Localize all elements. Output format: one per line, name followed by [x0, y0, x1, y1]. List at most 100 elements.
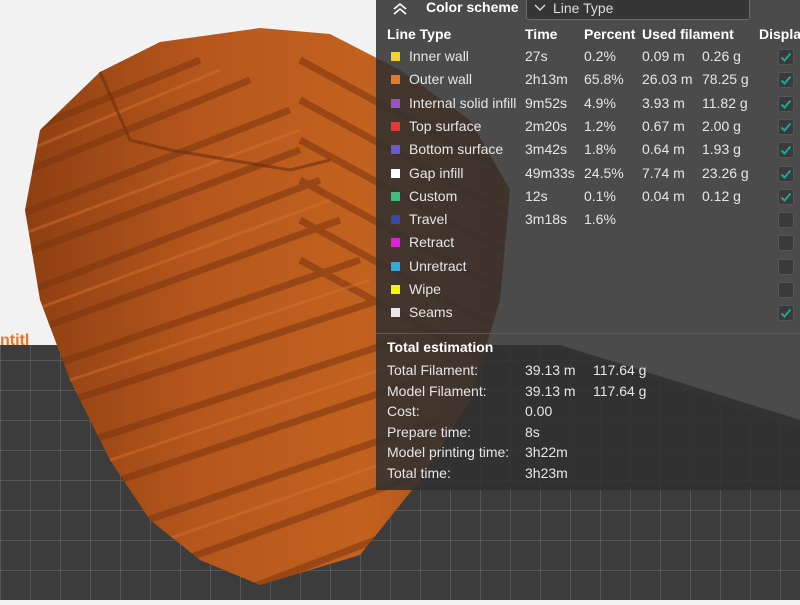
- display-checkbox[interactable]: [778, 49, 794, 65]
- estimation-value: 39.13 m: [525, 362, 576, 378]
- checkmark-icon: [780, 122, 792, 132]
- legend-panel: Color scheme Line Type Line Type Time Pe…: [376, 0, 800, 490]
- line-type-percent: 0.2%: [584, 48, 616, 64]
- estimation-value: 39.13 m: [525, 382, 576, 399]
- line-type-name: Bottom surface: [409, 141, 504, 158]
- estimation-value-secondary: 117.64 g: [593, 382, 647, 399]
- line-type-time: 27s: [525, 48, 548, 64]
- line-type-row[interactable]: Gap infill 49m33s 24.5% 7.74 m 23.26 g: [376, 163, 800, 186]
- estimation-label: Model printing time:: [387, 444, 510, 461]
- section-divider: [376, 333, 800, 334]
- color-swatch: [391, 52, 400, 61]
- color-swatch: [391, 121, 400, 131]
- line-type-time: 3m18s: [525, 211, 568, 228]
- line-type-name: Retract: [409, 234, 455, 251]
- line-type-percent: 1.2%: [584, 117, 616, 134]
- estimation-value: 3h23m: [525, 465, 568, 481]
- color-swatch: [391, 261, 400, 271]
- line-type-weight: 2.00 g: [702, 117, 741, 134]
- estimation-row: Total Filament: 39.13 m 117.64 g: [376, 362, 800, 383]
- header-line-type: Line Type: [387, 26, 452, 42]
- checkmark-icon: [780, 309, 792, 319]
- line-type-name: Wipe: [409, 281, 441, 297]
- collapse-chevron-icon[interactable]: [390, 0, 410, 18]
- line-type-percent: 1.8%: [584, 141, 616, 158]
- color-swatch: [391, 191, 400, 201]
- line-type-weight: 78.25 g: [702, 71, 749, 88]
- color-swatch: [391, 308, 400, 318]
- line-type-name: Top surface: [409, 117, 482, 134]
- display-checkbox[interactable]: [778, 72, 794, 89]
- color-swatch: [391, 98, 400, 108]
- checkmark-icon: [780, 192, 792, 202]
- line-type-weight: 23.26 g: [702, 164, 749, 181]
- header-time: Time: [525, 26, 558, 42]
- line-type-weight: 0.26 g: [702, 48, 741, 64]
- line-type-row[interactable]: Retract: [376, 232, 800, 255]
- line-type-name: Custom: [409, 187, 458, 204]
- estimation-label: Total Filament:: [387, 362, 479, 378]
- chevron-down-icon: [533, 0, 547, 14]
- estimation-row: Prepare time: 8s: [376, 424, 800, 445]
- display-checkbox[interactable]: [778, 188, 794, 205]
- display-checkbox[interactable]: [778, 212, 794, 229]
- line-type-row[interactable]: Top surface 2m20s 1.2% 0.67 m 2.00 g: [376, 116, 800, 139]
- plate-label: ntitl: [0, 332, 29, 349]
- line-type-time: 3m42s: [525, 141, 568, 158]
- line-type-length: 3.93 m: [642, 94, 685, 111]
- line-type-row[interactable]: Seams: [376, 302, 800, 325]
- color-scheme-select[interactable]: Line Type: [526, 0, 750, 20]
- display-checkbox[interactable]: [778, 142, 794, 159]
- header-percent: Percent: [584, 26, 636, 42]
- total-estimation-title: Total estimation: [387, 339, 494, 355]
- line-type-weight: 11.82 g: [702, 94, 748, 111]
- estimation-row: Total time: 3h23m: [376, 465, 800, 486]
- display-checkbox[interactable]: [778, 235, 794, 252]
- line-type-length: 26.03 m: [642, 71, 693, 88]
- line-type-time: 9m52s: [525, 94, 568, 111]
- line-type-length: 0.67 m: [642, 117, 685, 134]
- display-checkbox[interactable]: [778, 118, 794, 135]
- color-swatch: [391, 238, 400, 248]
- estimation-value: 3h22m: [525, 444, 568, 461]
- line-type-row[interactable]: Outer wall 2h13m 65.8% 26.03 m 78.25 g: [376, 69, 800, 92]
- line-type-time: 12s: [525, 187, 548, 204]
- line-type-name: Travel: [409, 211, 448, 228]
- checkmark-icon: [780, 169, 792, 179]
- display-checkbox[interactable]: [778, 305, 794, 322]
- line-type-weight: 1.93 g: [702, 141, 741, 158]
- checkmark-icon: [780, 52, 792, 62]
- checkmark-icon: [780, 76, 792, 86]
- line-type-row[interactable]: Custom 12s 0.1% 0.04 m 0.12 g: [376, 186, 800, 209]
- line-type-percent: 0.1%: [584, 187, 616, 204]
- estimation-row: Model printing time: 3h22m: [376, 444, 800, 465]
- estimation-label: Cost:: [387, 403, 420, 420]
- line-type-row[interactable]: Bottom surface 3m42s 1.8% 0.64 m 1.93 g: [376, 139, 800, 162]
- display-checkbox[interactable]: [778, 95, 794, 112]
- line-type-percent: 24.5%: [584, 164, 624, 181]
- display-checkbox[interactable]: [778, 258, 794, 275]
- color-swatch: [391, 75, 400, 85]
- line-type-length: 0.09 m: [642, 48, 685, 64]
- line-type-row[interactable]: Wipe: [376, 279, 800, 302]
- display-checkbox[interactable]: [778, 165, 794, 182]
- color-swatch: [391, 145, 400, 155]
- line-type-row[interactable]: Inner wall 27s 0.2% 0.09 m 0.26 g: [376, 46, 800, 69]
- display-checkbox[interactable]: [778, 282, 794, 298]
- color-swatch: [391, 168, 400, 178]
- line-type-percent: 4.9%: [584, 94, 616, 111]
- checkmark-icon: [780, 146, 792, 156]
- color-scheme-value: Line Type: [553, 0, 614, 16]
- line-type-percent: 1.6%: [584, 211, 616, 228]
- header-used-filament: Used filament: [642, 26, 734, 42]
- line-type-time: 2m20s: [525, 117, 568, 134]
- line-type-row[interactable]: Travel 3m18s 1.6%: [376, 209, 800, 232]
- line-type-row[interactable]: Unretract: [376, 256, 800, 279]
- line-type-name: Unretract: [409, 257, 467, 274]
- color-swatch: [391, 285, 400, 294]
- checkmark-icon: [780, 99, 792, 109]
- line-type-name: Inner wall: [409, 48, 469, 64]
- line-type-weight: 0.12 g: [702, 187, 741, 204]
- line-type-row[interactable]: Internal solid infill 9m52s 4.9% 3.93 m 11.8…: [376, 93, 800, 116]
- estimation-label: Model Filament:: [387, 382, 487, 399]
